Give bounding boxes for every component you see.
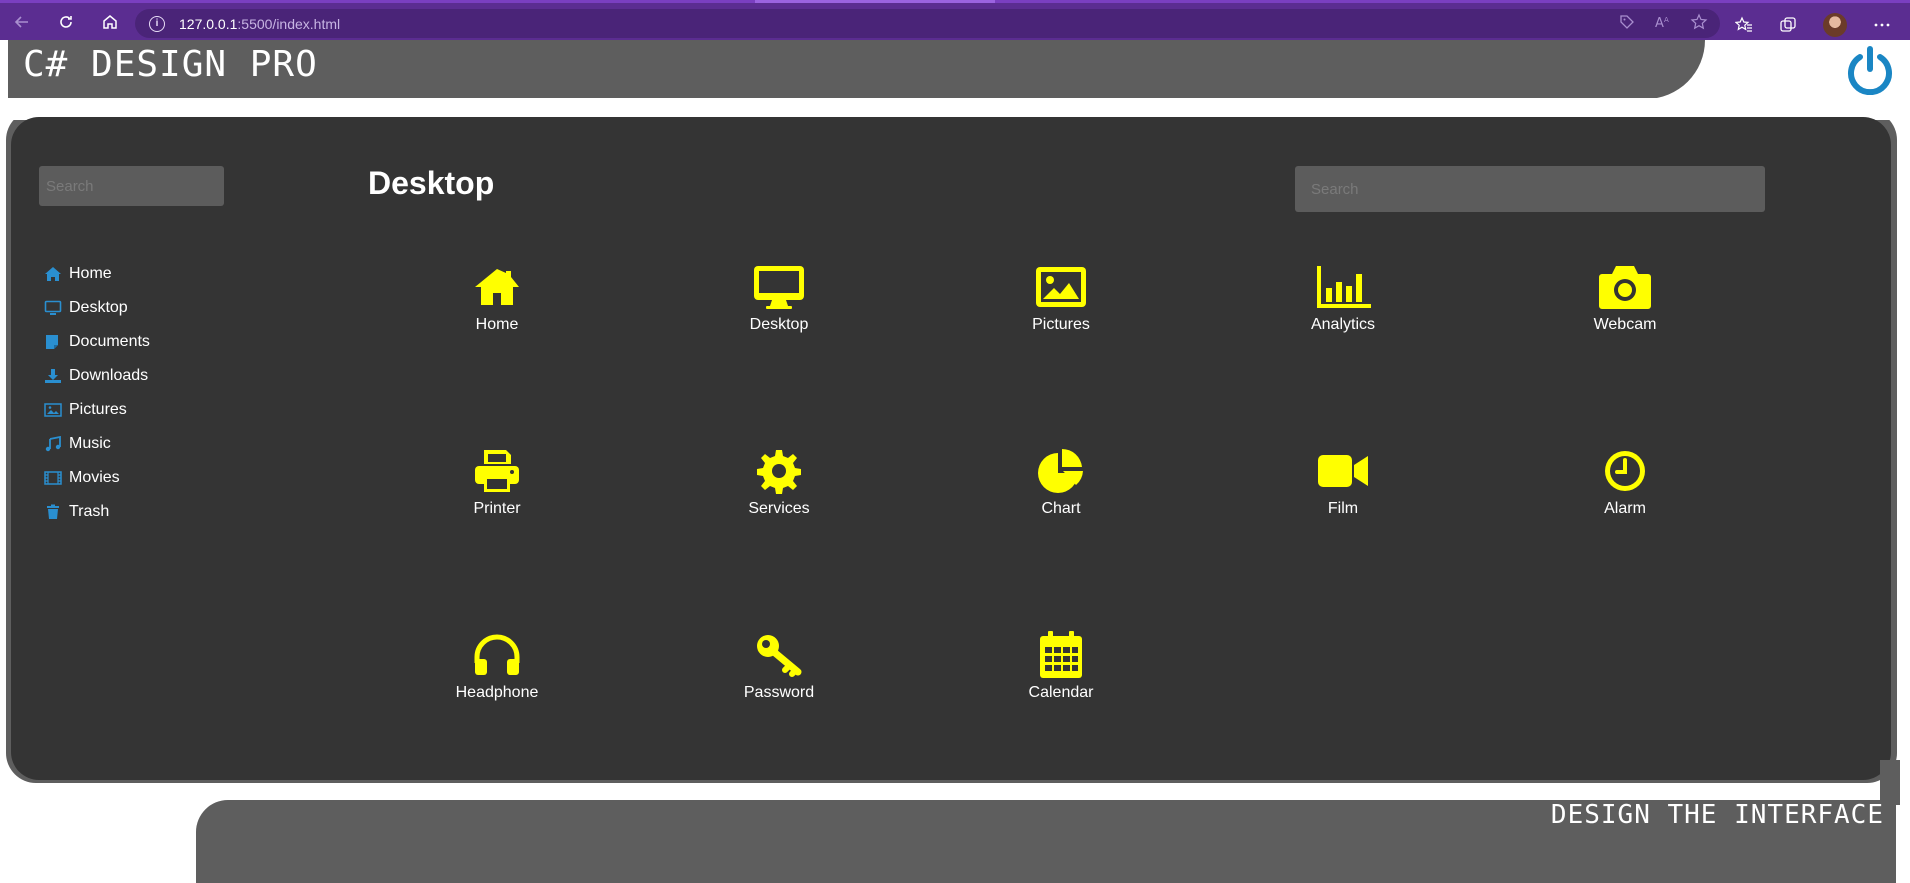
read-aloud-icon[interactable]: AA (1654, 13, 1672, 31)
pictures-icon (1033, 262, 1089, 312)
tile-printer[interactable]: Printer (405, 446, 589, 630)
pictures-icon (44, 402, 64, 418)
tile-label: Analytics (1310, 316, 1376, 333)
back-button[interactable] (0, 2, 44, 42)
add-favorite-icon[interactable] (1690, 13, 1708, 31)
tile-alarm[interactable]: Alarm (1533, 446, 1717, 630)
tile-desktop[interactable]: Desktop (687, 262, 871, 446)
tile-password[interactable]: Password (687, 630, 871, 814)
sidebar-item-label: Home (69, 265, 112, 282)
tile-calendar[interactable]: Calendar (969, 630, 1153, 814)
url-host: 127.0.0.1 (179, 15, 238, 32)
home-icon (469, 262, 525, 312)
tile-label: Webcam (1593, 316, 1657, 333)
calendar-icon (1033, 630, 1089, 680)
desktop-icon (751, 262, 807, 312)
tile-label: Services (748, 500, 810, 517)
main-search-input[interactable] (1295, 166, 1765, 212)
tile-label: Calendar (1028, 684, 1094, 701)
key-icon (751, 630, 807, 680)
pie-chart-icon (1033, 446, 1089, 496)
sidebar-item-home[interactable]: Home (44, 257, 150, 291)
tile-label: Printer (473, 500, 521, 517)
tile-pictures[interactable]: Pictures (969, 262, 1153, 446)
app-grid: Home Desktop Pictures Analytics Webcam P… (405, 262, 1825, 814)
profile-avatar[interactable] (1823, 13, 1847, 37)
sidebar-item-downloads[interactable]: Downloads (44, 359, 150, 393)
sidebar-item-label: Pictures (69, 401, 127, 418)
tile-label: Password (743, 684, 815, 701)
clock-icon (1597, 446, 1653, 496)
sidebar-item-label: Music (69, 435, 111, 452)
tag-icon[interactable] (1618, 13, 1636, 31)
home-icon (44, 266, 64, 282)
tile-label: Pictures (1032, 316, 1090, 333)
svg-text:A: A (1655, 16, 1664, 31)
sidebar-item-label: Downloads (69, 367, 149, 384)
tab-indicator (755, 0, 995, 3)
film-icon (44, 470, 64, 486)
tile-film[interactable]: Film (1251, 446, 1435, 630)
footer-connector (1880, 760, 1900, 805)
sidebar-item-movies[interactable]: Movies (44, 461, 150, 495)
tile-headphone[interactable]: Headphone (405, 630, 589, 814)
sidebar-search-input[interactable] (39, 166, 224, 206)
reload-icon (60, 15, 72, 28)
sidebar-item-label: Desktop (69, 299, 128, 316)
sidebar-item-pictures[interactable]: Pictures (44, 393, 150, 427)
camera-icon (1597, 262, 1653, 312)
bar-chart-icon (1315, 262, 1371, 312)
sidebar-item-label: Movies (69, 469, 120, 486)
home-button[interactable] (88, 2, 132, 42)
headphones-icon (469, 630, 525, 680)
svg-text:A: A (1664, 16, 1669, 24)
sidebar-item-trash[interactable]: Trash (44, 495, 150, 529)
sidebar-item-desktop[interactable]: Desktop (44, 291, 150, 325)
tile-webcam[interactable]: Webcam (1533, 262, 1717, 446)
page-title: Desktop (368, 165, 495, 201)
footer-tagline: DESIGN THE INTERFACE (1550, 800, 1884, 830)
power-icon (1848, 46, 1892, 96)
tile-label: Chart (1041, 500, 1081, 517)
back-arrow-icon (14, 15, 28, 28)
tile-label: Film (1327, 500, 1359, 517)
documents-icon (44, 334, 64, 350)
reload-button[interactable] (44, 2, 88, 42)
tile-label: Desktop (749, 316, 809, 333)
tile-label: Headphone (455, 684, 539, 701)
download-icon (44, 368, 64, 384)
sidebar-item-label: Trash (69, 503, 110, 520)
url-path: :5500/index.html (237, 15, 341, 32)
more-options-icon[interactable] (1873, 16, 1891, 34)
site-info-icon[interactable]: i (149, 15, 165, 32)
video-camera-icon (1315, 446, 1371, 496)
tile-services[interactable]: Services (687, 446, 871, 630)
tile-label: Alarm (1604, 500, 1646, 517)
gear-icon (751, 446, 807, 496)
desktop-icon (44, 300, 64, 316)
sidebar-item-documents[interactable]: Documents (44, 325, 150, 359)
sidebar-item-music[interactable]: Music (44, 427, 150, 461)
home-outline-icon (103, 14, 117, 29)
power-button[interactable] (1845, 45, 1895, 96)
printer-icon (469, 446, 525, 496)
tile-analytics[interactable]: Analytics (1251, 262, 1435, 446)
sidebar-nav: Home Desktop Documents Downloads Picture… (44, 257, 150, 529)
tile-home[interactable]: Home (405, 262, 589, 446)
trash-icon (44, 504, 64, 520)
favorites-icon[interactable] (1734, 16, 1753, 34)
tile-label: Home (475, 316, 519, 333)
collections-icon[interactable] (1779, 16, 1797, 34)
brand-title: C# DESIGN PRO (23, 44, 318, 85)
address-bar[interactable]: i 127.0.0.1:5500/index.html AA (135, 9, 1720, 38)
music-icon (44, 436, 64, 452)
sidebar-item-label: Documents (69, 333, 150, 350)
tile-chart[interactable]: Chart (969, 446, 1153, 630)
browser-toolbar: i 127.0.0.1:5500/index.html AA (0, 0, 1910, 40)
